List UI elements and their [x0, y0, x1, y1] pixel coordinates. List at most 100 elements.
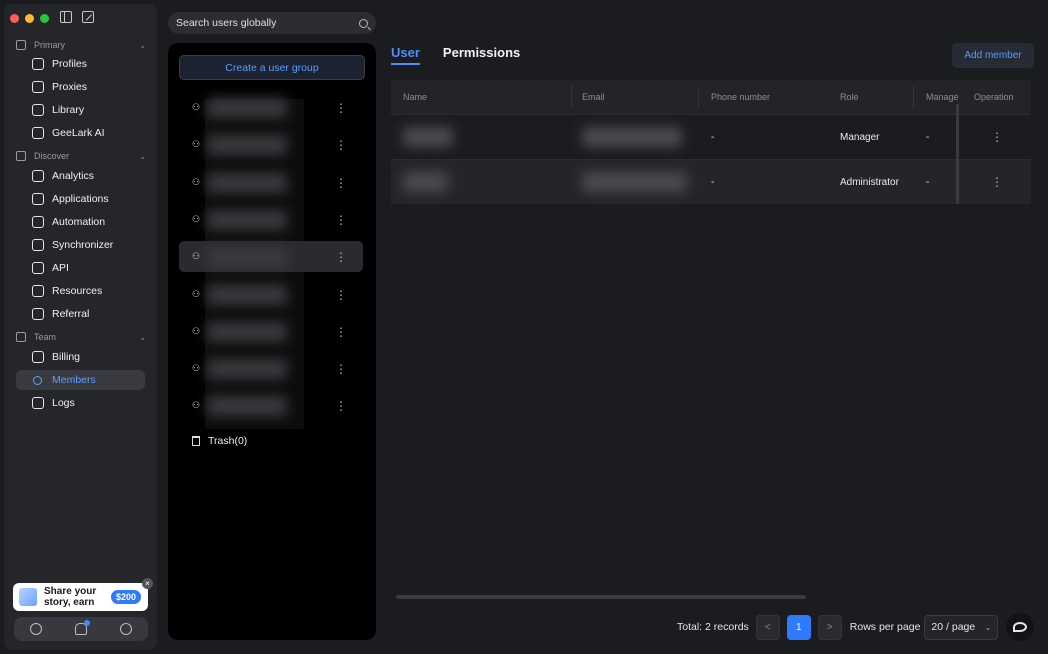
- section-primary[interactable]: Primary ⌄: [16, 37, 146, 53]
- more-vertical-icon[interactable]: ⋮: [335, 288, 347, 302]
- phone-cell: -: [711, 131, 715, 143]
- create-user-group-button[interactable]: Create a user group: [179, 55, 365, 80]
- more-vertical-icon[interactable]: ⋮: [335, 399, 347, 413]
- eye-icon: [16, 151, 26, 161]
- name-redacted: [403, 172, 448, 192]
- group-icon: ⚇: [192, 363, 201, 373]
- sidebar-item-api[interactable]: API: [16, 258, 145, 278]
- sidebar-item-resources[interactable]: Resources: [16, 281, 145, 301]
- add-member-button[interactable]: Add member: [952, 43, 1034, 68]
- rows-per-page-select[interactable]: 20 / page ⌄: [924, 614, 999, 640]
- column-header-manage: Manage: [926, 92, 959, 102]
- referral-promo-banner[interactable]: Share your story, earn $200 ×: [13, 578, 153, 611]
- column-divider[interactable]: [571, 86, 572, 108]
- group-icon: ⚇: [192, 102, 201, 112]
- proxies-icon: [32, 81, 44, 93]
- search-icon[interactable]: [359, 18, 368, 28]
- more-vertical-icon[interactable]: ⋮: [335, 250, 347, 264]
- sidebar-item-automation[interactable]: Automation: [16, 212, 145, 232]
- section-label: Discover: [34, 151, 70, 161]
- page-button-current[interactable]: 1: [786, 614, 811, 640]
- tab-permissions[interactable]: Permissions: [443, 45, 520, 65]
- group-item[interactable]: ⚇ ⋮: [179, 279, 363, 310]
- sidebar-item-label: Members: [52, 374, 96, 386]
- logo-icon: [1013, 622, 1027, 632]
- trash-label: Trash(0): [208, 435, 248, 447]
- section-discover[interactable]: Discover ⌄: [16, 148, 146, 164]
- more-vertical-icon[interactable]: ⋮: [335, 213, 347, 227]
- trash-item[interactable]: Trash(0): [192, 435, 247, 447]
- window-controls: [10, 14, 49, 23]
- group-item[interactable]: ⚇ ⋮: [179, 204, 363, 235]
- more-vertical-icon[interactable]: ⋮: [991, 175, 1003, 189]
- sidebar-item-referral[interactable]: Referral: [16, 304, 145, 324]
- home-icon: [16, 40, 26, 50]
- column-header-phone: Phone number: [711, 92, 771, 102]
- group-name-redacted: [207, 172, 287, 193]
- more-vertical-icon[interactable]: ⋮: [991, 130, 1003, 144]
- role-cell: Administrator: [840, 176, 899, 188]
- table-row[interactable]: - Manager - ⋮: [391, 114, 1031, 159]
- column-divider[interactable]: [913, 86, 914, 108]
- prev-page-button[interactable]: <: [755, 614, 780, 640]
- group-item-selected[interactable]: ⚇ ⋮: [179, 241, 363, 272]
- group-icon: ⚇: [192, 400, 201, 410]
- chevron-down-icon: ⌄: [984, 622, 992, 632]
- sidebar-item-billing[interactable]: Billing: [16, 347, 145, 367]
- ai-icon: [32, 127, 44, 139]
- profiles-icon: [32, 58, 44, 70]
- next-page-button[interactable]: >: [817, 614, 842, 640]
- group-name-redacted: [207, 395, 287, 416]
- minimize-window-button[interactable]: [25, 14, 34, 23]
- rows-per-page-label: Rows per page: [849, 621, 921, 633]
- group-item[interactable]: ⚇ ⋮: [179, 129, 363, 160]
- maximize-window-button[interactable]: [40, 14, 49, 23]
- billing-icon: [32, 351, 44, 363]
- chevron-down-icon: ⌄: [139, 332, 146, 342]
- group-item[interactable]: ⚇ ⋮: [179, 316, 363, 347]
- close-window-button[interactable]: [10, 14, 19, 23]
- table-row[interactable]: - Administrator - ⋮: [391, 159, 1031, 204]
- sidebar-item-logs[interactable]: Logs: [16, 393, 145, 413]
- more-vertical-icon[interactable]: ⋮: [335, 362, 347, 376]
- horizontal-scrollbar[interactable]: [396, 595, 806, 599]
- sidebar-item-library[interactable]: Library: [16, 100, 145, 120]
- group-name-redacted: [207, 209, 287, 230]
- group-item[interactable]: ⚇ ⋮: [179, 167, 363, 198]
- group-item[interactable]: ⚇ ⋮: [179, 92, 363, 123]
- group-icon: ⚇: [192, 251, 201, 261]
- more-vertical-icon[interactable]: ⋮: [335, 325, 347, 339]
- sidebar-item-synchronizer[interactable]: Synchronizer: [16, 235, 145, 255]
- sidebar: Primary ⌄ Profiles Proxies Library GeeLa…: [4, 4, 157, 650]
- account-icon[interactable]: [119, 623, 132, 635]
- gift-icon: [19, 588, 37, 606]
- sidebar-item-label: API: [52, 262, 69, 274]
- support-icon[interactable]: [30, 623, 43, 635]
- column-divider[interactable]: [698, 86, 699, 108]
- tab-user[interactable]: User: [391, 45, 420, 65]
- group-item[interactable]: ⚇ ⋮: [179, 390, 363, 421]
- sidebar-item-geelark-ai[interactable]: GeeLark AI: [16, 123, 145, 143]
- sidebar-item-analytics[interactable]: Analytics: [16, 166, 145, 186]
- edit-icon[interactable]: [82, 11, 94, 23]
- sidebar-item-members[interactable]: Members: [16, 370, 145, 390]
- section-team[interactable]: Team ⌄: [16, 329, 146, 345]
- more-vertical-icon[interactable]: ⋮: [335, 176, 347, 190]
- sidebar-item-label: Billing: [52, 351, 81, 363]
- column-header-role: Role: [840, 92, 859, 102]
- more-vertical-icon[interactable]: ⋮: [335, 138, 347, 152]
- close-icon[interactable]: ×: [142, 578, 153, 589]
- group-name-redacted: [207, 358, 287, 379]
- user-groups-panel: Create a user group ⚇ ⋮ ⚇ ⋮ ⚇ ⋮ ⚇ ⋮ ⚇ ⋮ ⚇ ⋮ ⚇ ⋮…: [168, 43, 376, 640]
- sidebar-bottom-bar: [14, 617, 148, 641]
- sidebar-item-applications[interactable]: Applications: [16, 189, 145, 209]
- sidebar-item-profiles[interactable]: Profiles: [16, 54, 145, 74]
- sidebar-item-proxies[interactable]: Proxies: [16, 77, 145, 97]
- group-item[interactable]: ⚇ ⋮: [179, 353, 363, 384]
- toggle-sidebar-icon[interactable]: [60, 11, 72, 23]
- app-logo-button[interactable]: [1006, 613, 1034, 641]
- search-input[interactable]: [176, 17, 346, 29]
- more-vertical-icon[interactable]: ⋮: [335, 101, 347, 115]
- bell-icon[interactable]: [74, 620, 90, 635]
- group-name-redacted: [207, 97, 287, 118]
